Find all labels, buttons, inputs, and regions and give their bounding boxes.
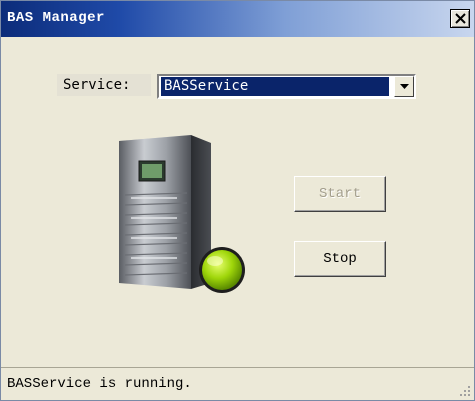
start-button[interactable]: Start xyxy=(294,176,386,212)
status-light-icon xyxy=(202,250,242,290)
window-title: BAS Manager xyxy=(7,10,105,26)
close-icon xyxy=(455,13,466,24)
status-bar: BASService is running. xyxy=(1,367,474,400)
resize-grip-icon[interactable] xyxy=(459,385,471,397)
bas-manager-window: BAS Manager Service: BASService Start St… xyxy=(0,0,475,401)
service-select-dropdown-button[interactable] xyxy=(394,76,414,97)
title-bar[interactable]: BAS Manager xyxy=(1,1,474,37)
service-select[interactable]: BASService xyxy=(157,74,416,99)
service-select-value: BASService xyxy=(161,77,389,96)
status-text: BASService is running. xyxy=(7,376,192,392)
close-button[interactable] xyxy=(450,9,470,28)
chevron-down-icon xyxy=(400,84,409,89)
stop-button[interactable]: Stop xyxy=(294,241,386,277)
service-label: Service: xyxy=(57,74,151,96)
server-icon xyxy=(111,133,251,307)
